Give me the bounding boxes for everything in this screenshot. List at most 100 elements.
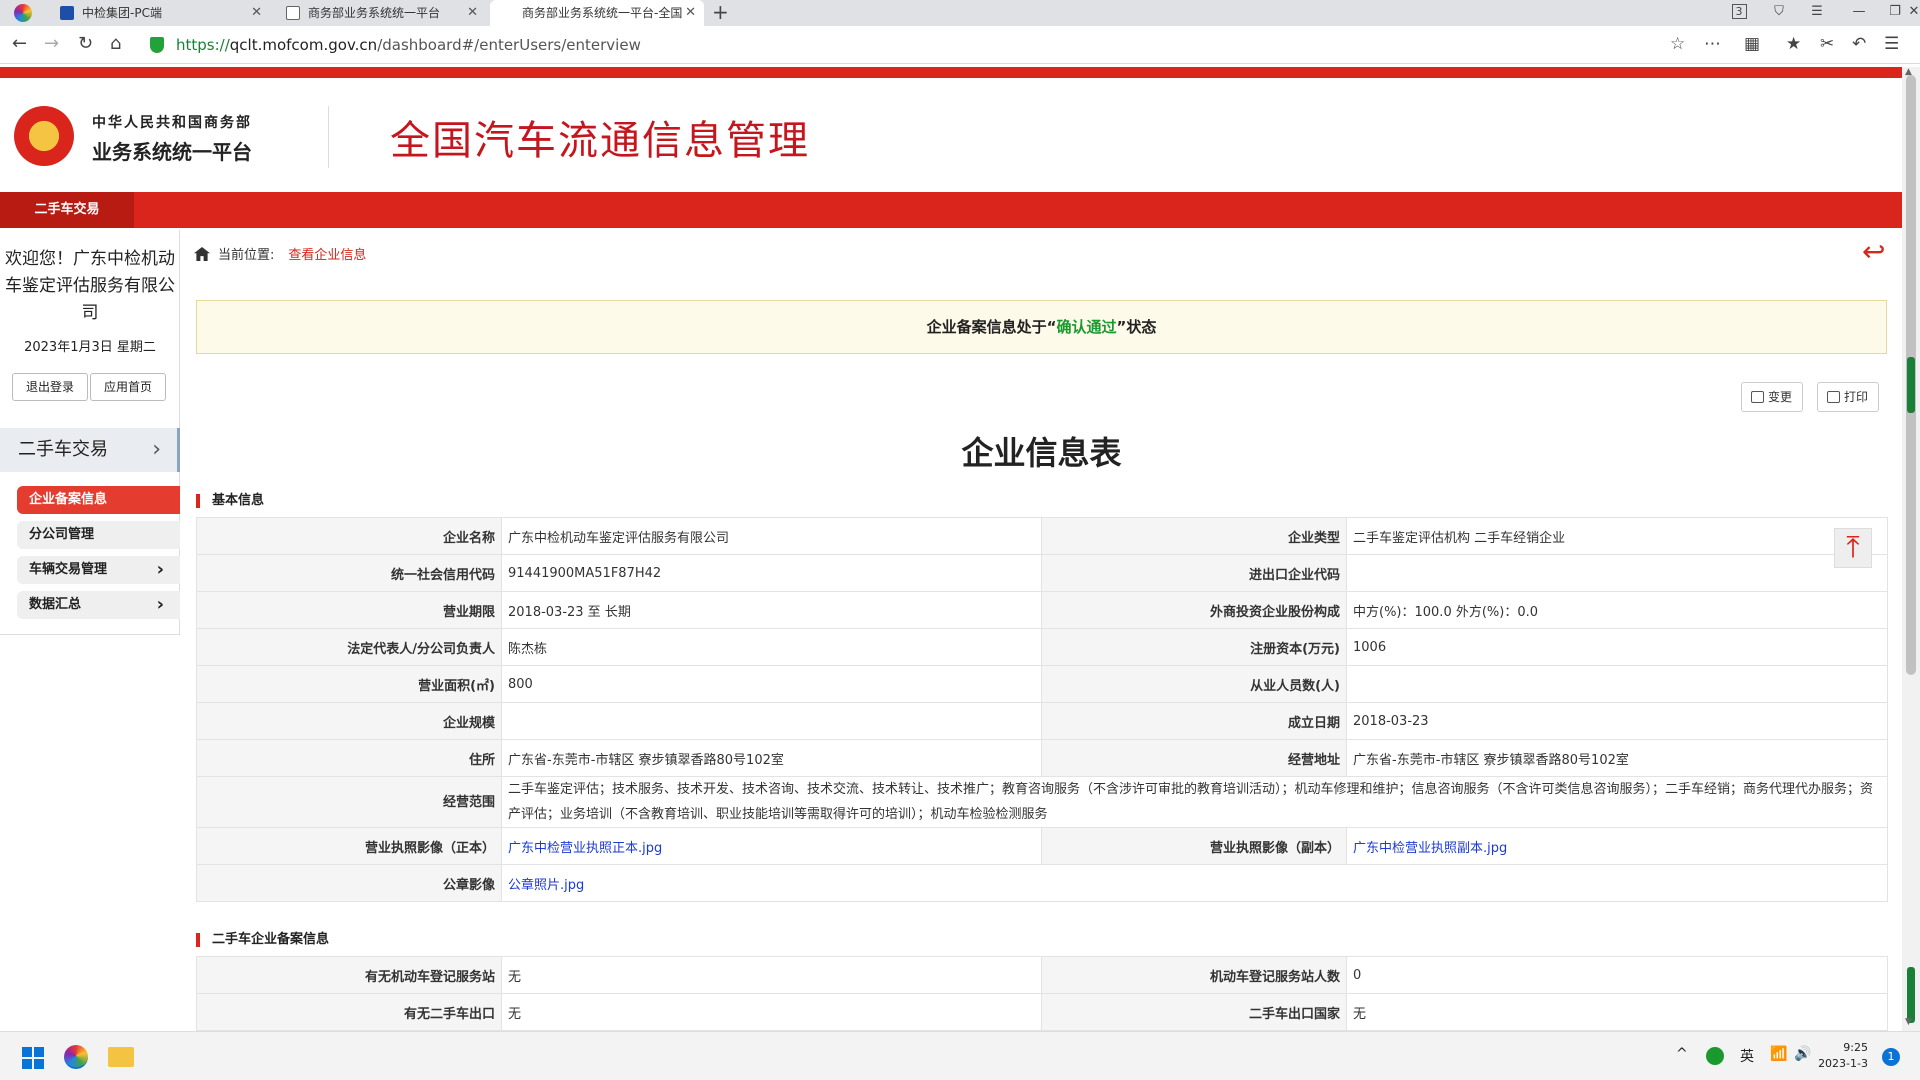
return-arrow-icon[interactable]: ↩ (1862, 238, 1885, 266)
used-car-info-table: 有无机动车登记服务站无机动车登记服务站人数 0 有无二手车出口无二手车出口国家无 (196, 956, 1888, 1031)
nav-item-used-car-trading[interactable]: 二手车交易 (0, 192, 134, 228)
volume-icon[interactable]: 🔊 (1794, 1046, 1811, 1062)
field-label: 公章影像 (196, 864, 502, 902)
field-label: 法定代表人/分公司负责人 (196, 628, 502, 666)
field-label: 进出口企业代码 (1041, 554, 1347, 592)
minimize-icon[interactable]: — (1844, 0, 1874, 26)
sidebar-item-label: 企业备案信息 (29, 492, 108, 507)
table-row: 法定代表人/分公司负责人 陈杰栋 注册资本(万元) 1006 (196, 628, 1888, 666)
breadcrumb-current[interactable]: 查看企业信息 (288, 248, 366, 263)
apps-grid-icon[interactable]: ▦ (1744, 34, 1760, 54)
field-label: 营业期限 (196, 591, 502, 629)
sidebar-item-enterprise-filing[interactable]: 企业备案信息 (17, 486, 180, 514)
show-hidden-icons-icon[interactable]: ^ (1676, 1046, 1688, 1062)
logout-button[interactable]: 退出登录 (12, 373, 88, 401)
more-dots-icon[interactable]: ⋯ (1704, 34, 1721, 54)
close-tab-icon[interactable]: ✕ (467, 0, 478, 26)
close-tab-icon[interactable]: ✕ (251, 0, 262, 26)
field-value: 中方(%)：100.0 外方(%)：0.0 (1346, 591, 1888, 629)
home-icon[interactable]: ⌂ (110, 34, 121, 54)
printer-icon (1827, 391, 1840, 403)
new-tab-icon[interactable]: + (712, 0, 729, 24)
tab-mofcom-vehicle-active[interactable]: 商务部业务系统统一平台-全国 ✕ (490, 0, 704, 26)
system-title: 全国汽车流通信息管理 (390, 118, 810, 164)
sidebar-item-data-summary[interactable]: 数据汇总 › (17, 591, 180, 619)
field-value: 2018-03-23 (1346, 702, 1888, 740)
address-bar: ← → ↻ ⌂ https://qclt.mofcom.gov.cn/dashb… (0, 26, 1920, 64)
site-favicon-icon (60, 6, 74, 20)
scroll-down-icon[interactable]: ▼ (1905, 1017, 1912, 1027)
seal-file-link[interactable]: 公章照片.jpg (508, 878, 584, 893)
notification-badge[interactable]: 1 (1882, 1048, 1900, 1066)
tab-title: 商务部业务系统统一平台 (308, 6, 441, 20)
browser-menu-icon[interactable]: ☰ (1884, 34, 1899, 54)
field-value: 无 (1346, 993, 1888, 1031)
field-value: 二手车鉴定评估机构 二手车经销企业 (1346, 517, 1888, 555)
field-value (501, 702, 1042, 740)
national-emblem-icon (14, 106, 74, 166)
wifi-icon[interactable]: 📶 (1770, 1046, 1787, 1062)
print-button[interactable]: 打印 (1817, 382, 1880, 412)
close-tab-icon[interactable]: ✕ (685, 0, 696, 26)
home-icon (194, 247, 210, 261)
field-value: 91441900MA51F87H42 (501, 554, 1042, 592)
back-to-top-icon[interactable]: ⤒ (1834, 528, 1872, 568)
field-value (1346, 554, 1888, 592)
sidebar-item-vehicle-trading[interactable]: 车辆交易管理 › (17, 556, 180, 584)
menu-lines-icon[interactable]: ☰ (1802, 0, 1832, 26)
sidebar-item-label: 数据汇总 (29, 597, 82, 612)
section-heading-basic: 基本信息 (196, 494, 264, 508)
table-row: 有无机动车登记服务站无机动车登记服务站人数 0 (196, 956, 1888, 994)
back-icon[interactable]: ← (12, 34, 27, 54)
field-value (1346, 665, 1888, 703)
undo-icon[interactable]: ↶ (1852, 34, 1866, 54)
app-home-button[interactable]: 应用首页 (90, 373, 166, 401)
field-label: 营业执照影像（正本） (196, 827, 502, 865)
tools-icon[interactable]: ✂ (1820, 34, 1834, 54)
taskbar: ^ 英 📶 🔊 9:25 2023-1-3 1 (0, 1031, 1920, 1080)
status-badge: 确认通过 (1056, 318, 1117, 336)
tab-zhongjian[interactable]: 中检集团-PC端 ✕ (48, 0, 270, 26)
secure-shield-icon (150, 37, 164, 53)
browser-logo-icon[interactable] (14, 4, 32, 22)
tab-count-badge[interactable]: 3 (1724, 0, 1754, 26)
close-window-icon[interactable]: ✕ (1908, 0, 1920, 26)
bookmark-star-icon[interactable]: ☆ (1670, 34, 1685, 54)
field-value: 1006 (1346, 628, 1888, 666)
field-label: 外商投资企业股份构成 (1041, 591, 1347, 629)
url-field[interactable]: https://qclt.mofcom.gov.cn/dashboard#/en… (176, 36, 641, 54)
field-value: 广东中检营业执照正本.jpg (501, 827, 1042, 865)
favorites-icon[interactable]: ★ (1786, 34, 1801, 54)
license-copy-file-link[interactable]: 广东中检营业执照副本.jpg (1353, 841, 1507, 856)
restore-icon[interactable]: ❐ (1880, 0, 1910, 26)
reload-icon[interactable]: ↻ (78, 34, 93, 54)
page-scrollbar[interactable]: ▲ ▼ (1902, 67, 1920, 1031)
field-label: 住所 (196, 739, 502, 777)
ime-indicator[interactable]: 英 (1740, 1046, 1754, 1066)
app-tray-icon[interactable] (1706, 1047, 1724, 1065)
top-nav: 二手车交易 (0, 192, 1902, 228)
browser-taskbar-icon[interactable] (64, 1045, 88, 1069)
file-explorer-icon[interactable] (108, 1047, 134, 1067)
scroll-indicator (1907, 357, 1915, 413)
sidebar-item-branch-management[interactable]: 分公司管理 (17, 521, 180, 549)
field-label: 统一社会信用代码 (196, 554, 502, 592)
system-clock[interactable]: 9:25 2023-1-3 (1814, 1040, 1868, 1072)
change-button[interactable]: 变更 (1741, 382, 1804, 412)
breadcrumb-prefix: 当前位置: (218, 248, 275, 263)
field-value: 陈杰栋 (501, 628, 1042, 666)
field-label: 营业面积(㎡) (196, 665, 502, 703)
table-row: 营业期限 2018-03-23 至 长期 外商投资企业股份构成 中方(%)：100.0… (196, 591, 1888, 629)
forward-icon[interactable]: → (44, 34, 59, 54)
table-row: 营业面积(㎡) 800 从业人员数(人) (196, 665, 1888, 703)
sidebar-item-label: 分公司管理 (29, 527, 95, 542)
header-divider (328, 106, 329, 168)
windows-start-icon[interactable] (22, 1047, 44, 1069)
current-date: 2023年1月3日 星期二 (24, 340, 156, 355)
shirt-skin-icon[interactable]: ⛉ (1764, 0, 1794, 26)
license-original-file-link[interactable]: 广东中检营业执照正本.jpg (508, 841, 662, 856)
sidebar-item-label: 车辆交易管理 (29, 562, 108, 577)
tab-title: 中检集团-PC端 (82, 6, 162, 20)
site-header: 中华人民共和国商务部 业务系统统一平台 全国汽车流通信息管理 (0, 78, 1902, 192)
tab-mofcom-platform[interactable]: 商务部业务系统统一平台 ✕ (274, 0, 486, 26)
